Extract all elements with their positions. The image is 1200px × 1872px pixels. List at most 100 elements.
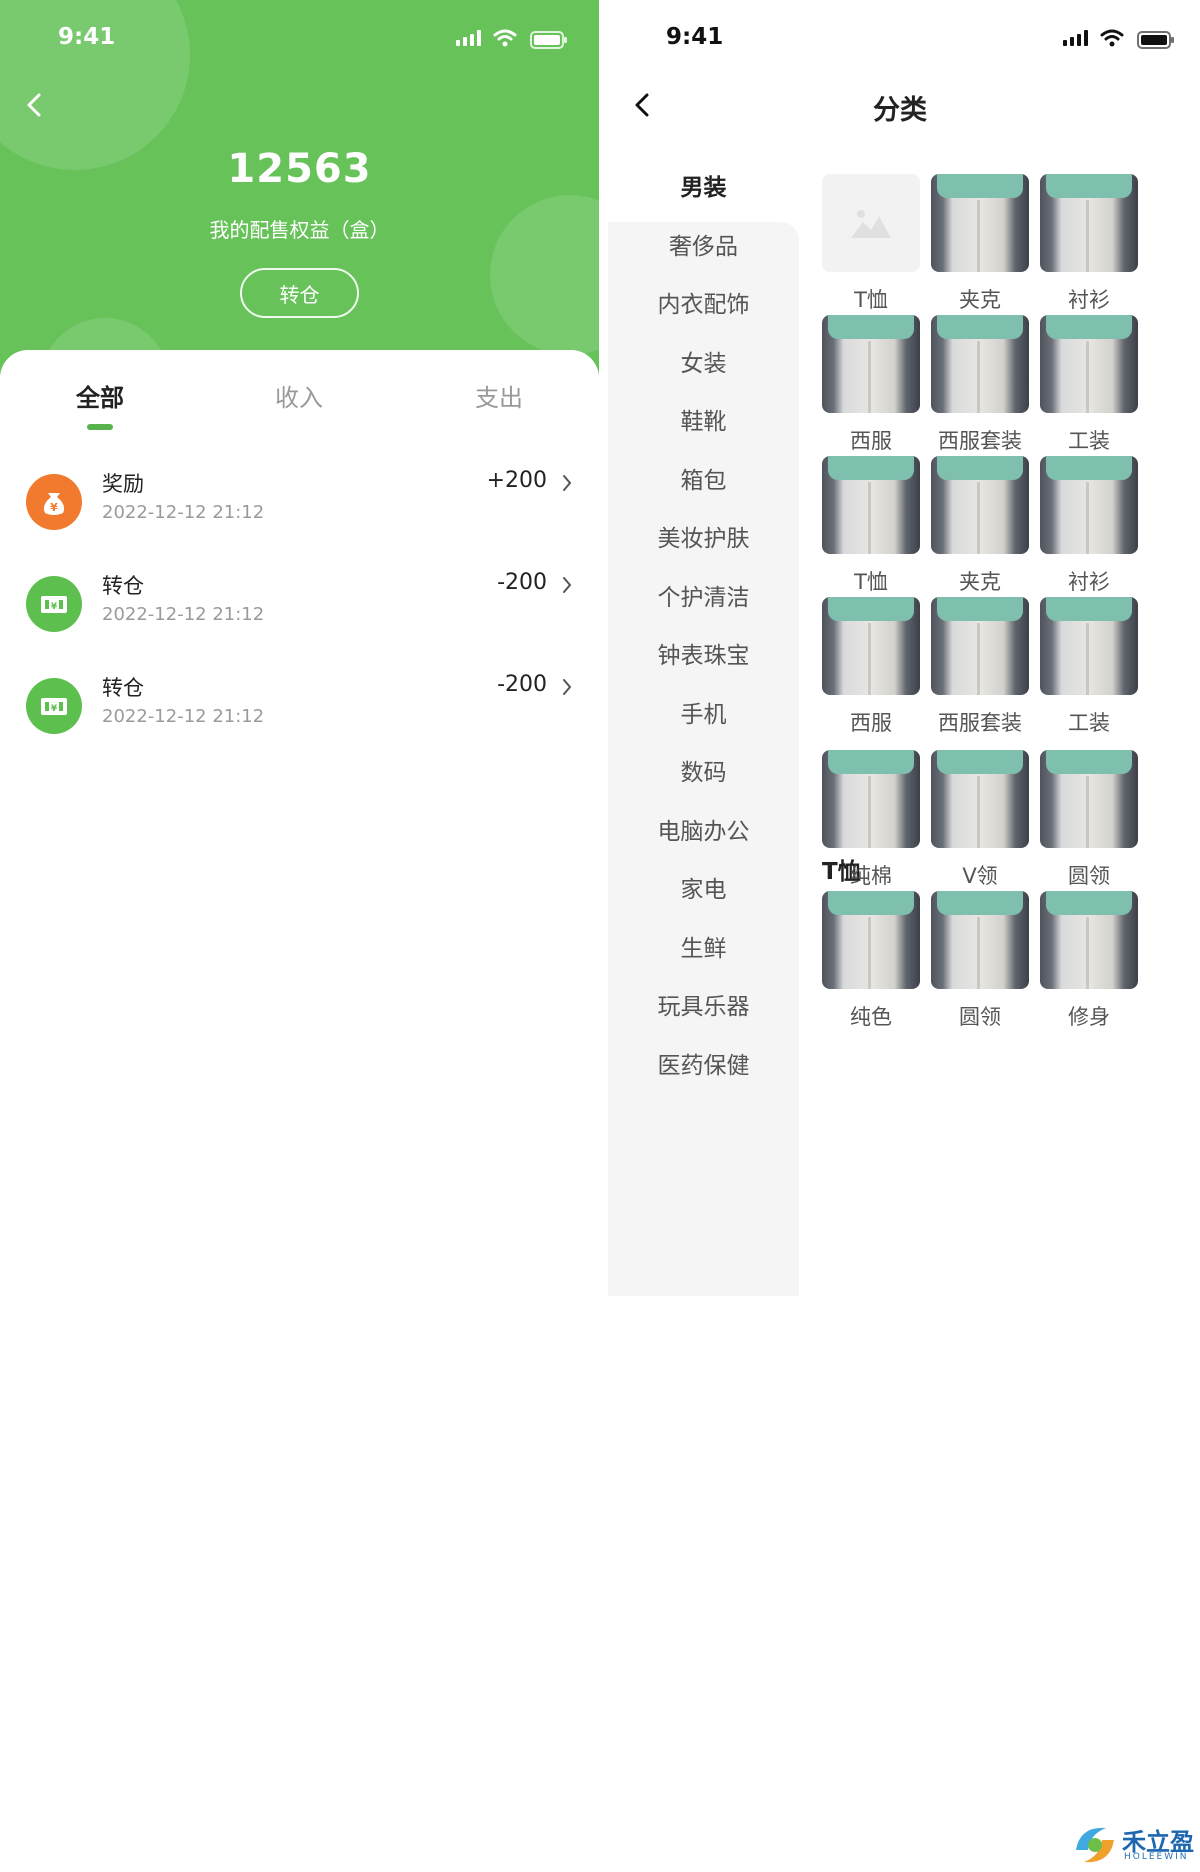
subcategory-label: 修身 xyxy=(1068,1005,1110,1029)
subcategory-label: 工装 xyxy=(1068,711,1110,735)
subcategory-label: V领 xyxy=(962,864,998,888)
subcategory-item[interactable]: 西服 xyxy=(822,597,920,747)
sidebar-category-item[interactable]: 家电 xyxy=(608,860,799,920)
subcategory-label: 西服套装 xyxy=(938,711,1022,735)
product-thumbnail xyxy=(931,597,1029,695)
subcategory-label: 衬衫 xyxy=(1068,288,1110,312)
subcategory-item[interactable]: 夹克 xyxy=(931,174,1029,324)
product-thumbnail xyxy=(931,891,1029,989)
svg-text:¥: ¥ xyxy=(50,501,58,514)
subcategory-label: 纯色 xyxy=(850,1005,892,1029)
subcategory-item[interactable]: T恤 xyxy=(822,456,920,606)
wifi-icon xyxy=(1100,29,1124,47)
transfer-ticket-icon: ¥ xyxy=(26,576,82,632)
sidebar-category-item[interactable]: 个护清洁 xyxy=(608,568,799,628)
tab-expense[interactable]: 支出 xyxy=(429,378,569,413)
record-title: 转仓 xyxy=(102,676,144,700)
subcategory-item[interactable]: 工装 xyxy=(1040,315,1138,465)
subcategory-item[interactable]: 工装 xyxy=(1040,597,1138,747)
status-time: 9:41 xyxy=(58,24,116,50)
subcategory-label: 夹克 xyxy=(959,288,1001,312)
subcategory-label: 纯棉 xyxy=(850,864,892,888)
sidebar-category-item[interactable]: 医药保健 xyxy=(608,1036,799,1096)
record-item[interactable]: ¥ 奖励 2022-12-12 21:12 +200 xyxy=(0,460,599,562)
record-amount: -200 xyxy=(497,570,547,595)
sidebar-category-item[interactable]: 玩具乐器 xyxy=(608,977,799,1037)
tab-label: 收入 xyxy=(275,384,323,412)
subcategory-label: T恤 xyxy=(854,288,888,312)
tab-label: 全部 xyxy=(76,384,124,412)
tab-indicator xyxy=(87,424,113,430)
sidebar-category-item[interactable]: 数码 xyxy=(608,743,799,803)
subcategory-label: 西服套装 xyxy=(938,429,1022,453)
sidebar-category-item[interactable]: 奢侈品 xyxy=(608,217,799,277)
benefit-amount: 12563 xyxy=(227,146,372,192)
subcategory-label: 西服 xyxy=(850,711,892,735)
chevron-right-icon xyxy=(563,679,572,695)
subcategory-item[interactable]: 纯色 xyxy=(822,891,920,1041)
tab-all[interactable]: 全部 xyxy=(30,378,170,430)
product-thumbnail xyxy=(931,456,1029,554)
transfer-button[interactable]: 转仓 xyxy=(240,268,359,318)
subcategory-item[interactable]: 西服套装 xyxy=(931,597,1029,747)
tab-income[interactable]: 收入 xyxy=(229,378,369,413)
image-placeholder-icon xyxy=(822,174,920,272)
sidebar-category-item[interactable]: 箱包 xyxy=(608,451,799,511)
chevron-right-icon xyxy=(563,475,572,491)
record-amount: -200 xyxy=(497,672,547,697)
subcategory-label: 衬衫 xyxy=(1068,570,1110,594)
product-thumbnail xyxy=(822,750,920,848)
record-title: 转仓 xyxy=(102,574,144,598)
record-item[interactable]: ¥ 转仓 2022-12-12 21:12 -200 xyxy=(0,562,599,664)
sidebar-category-item[interactable]: 女装 xyxy=(608,334,799,394)
sidebar-category-item[interactable]: 电脑办公 xyxy=(608,802,799,862)
subcategory-item[interactable]: 西服套装 xyxy=(931,315,1029,465)
subcategory-label: 圆领 xyxy=(959,1005,1001,1029)
chevron-right-icon xyxy=(563,577,572,593)
product-thumbnail xyxy=(822,456,920,554)
product-thumbnail xyxy=(1040,174,1138,272)
product-thumbnail xyxy=(1040,597,1138,695)
sidebar-category-item[interactable]: 生鲜 xyxy=(608,919,799,979)
sidebar-category-item[interactable]: 钟表珠宝 xyxy=(608,626,799,686)
subcategory-item[interactable]: 圆领 xyxy=(931,891,1029,1041)
subcategory-item[interactable]: 纯棉 xyxy=(822,750,920,900)
product-thumbnail xyxy=(931,315,1029,413)
product-thumbnail xyxy=(1040,750,1138,848)
chevron-left-icon xyxy=(27,93,41,117)
subcategory-item[interactable]: 夹克 xyxy=(931,456,1029,606)
product-thumbnail xyxy=(1040,315,1138,413)
subcategory-label: 圆领 xyxy=(1068,864,1110,888)
benefit-subtitle: 我的配售权益（盒） xyxy=(209,218,390,242)
brand-watermark: 禾立盈 HOLEEWIN xyxy=(1070,1818,1200,1872)
page-title: 分类 xyxy=(873,95,927,126)
subcategory-item[interactable]: 修身 xyxy=(1040,891,1138,1041)
sidebar-category-item[interactable]: 手机 xyxy=(608,685,799,745)
product-thumbnail xyxy=(822,315,920,413)
subcategory-label: 西服 xyxy=(850,429,892,453)
subcategory-item[interactable]: 衬衫 xyxy=(1040,174,1138,324)
subcategory-item[interactable]: T恤 xyxy=(822,174,920,324)
subcategory-item[interactable]: 衬衫 xyxy=(1040,456,1138,606)
sidebar-category-item[interactable]: 内衣配饰 xyxy=(608,275,799,335)
sidebar-category-item[interactable]: 美妆护肤 xyxy=(608,509,799,569)
money-bag-icon: ¥ xyxy=(26,474,82,530)
subcategory-item[interactable]: 圆领 xyxy=(1040,750,1138,900)
benefit-screen: 9:41 12563 我的配售权益（盒） 转仓 全部 收入 支出 ¥ 奖励 20… xyxy=(0,0,599,1300)
status-bar: 9:41 xyxy=(0,24,599,58)
product-thumbnail xyxy=(1040,456,1138,554)
subcategory-item[interactable]: 西服 xyxy=(822,315,920,465)
sidebar-category-item[interactable]: 鞋靴 xyxy=(608,392,799,452)
back-button[interactable] xyxy=(14,85,54,125)
category-sidebar: 男装 奢侈品 内衣配饰 女装 鞋靴 箱包 美妆护肤 个护清洁 钟表珠宝 手机 数码 电脑办公 家电 生鲜玩… xyxy=(608,150,799,1296)
sidebar-category-item[interactable]: 男装 xyxy=(608,158,799,218)
filter-tabs: 全部 收入 支出 xyxy=(0,378,599,438)
record-amount: +200 xyxy=(486,468,547,493)
status-time: 9:41 xyxy=(666,24,724,50)
svg-text:¥: ¥ xyxy=(51,602,58,612)
subcategory-item[interactable]: V领 xyxy=(931,750,1029,900)
product-thumbnail xyxy=(931,174,1029,272)
record-item[interactable]: ¥ 转仓 2022-12-12 21:12 -200 xyxy=(0,664,599,766)
transfer-ticket-icon: ¥ xyxy=(26,678,82,734)
record-title: 奖励 xyxy=(102,472,144,496)
